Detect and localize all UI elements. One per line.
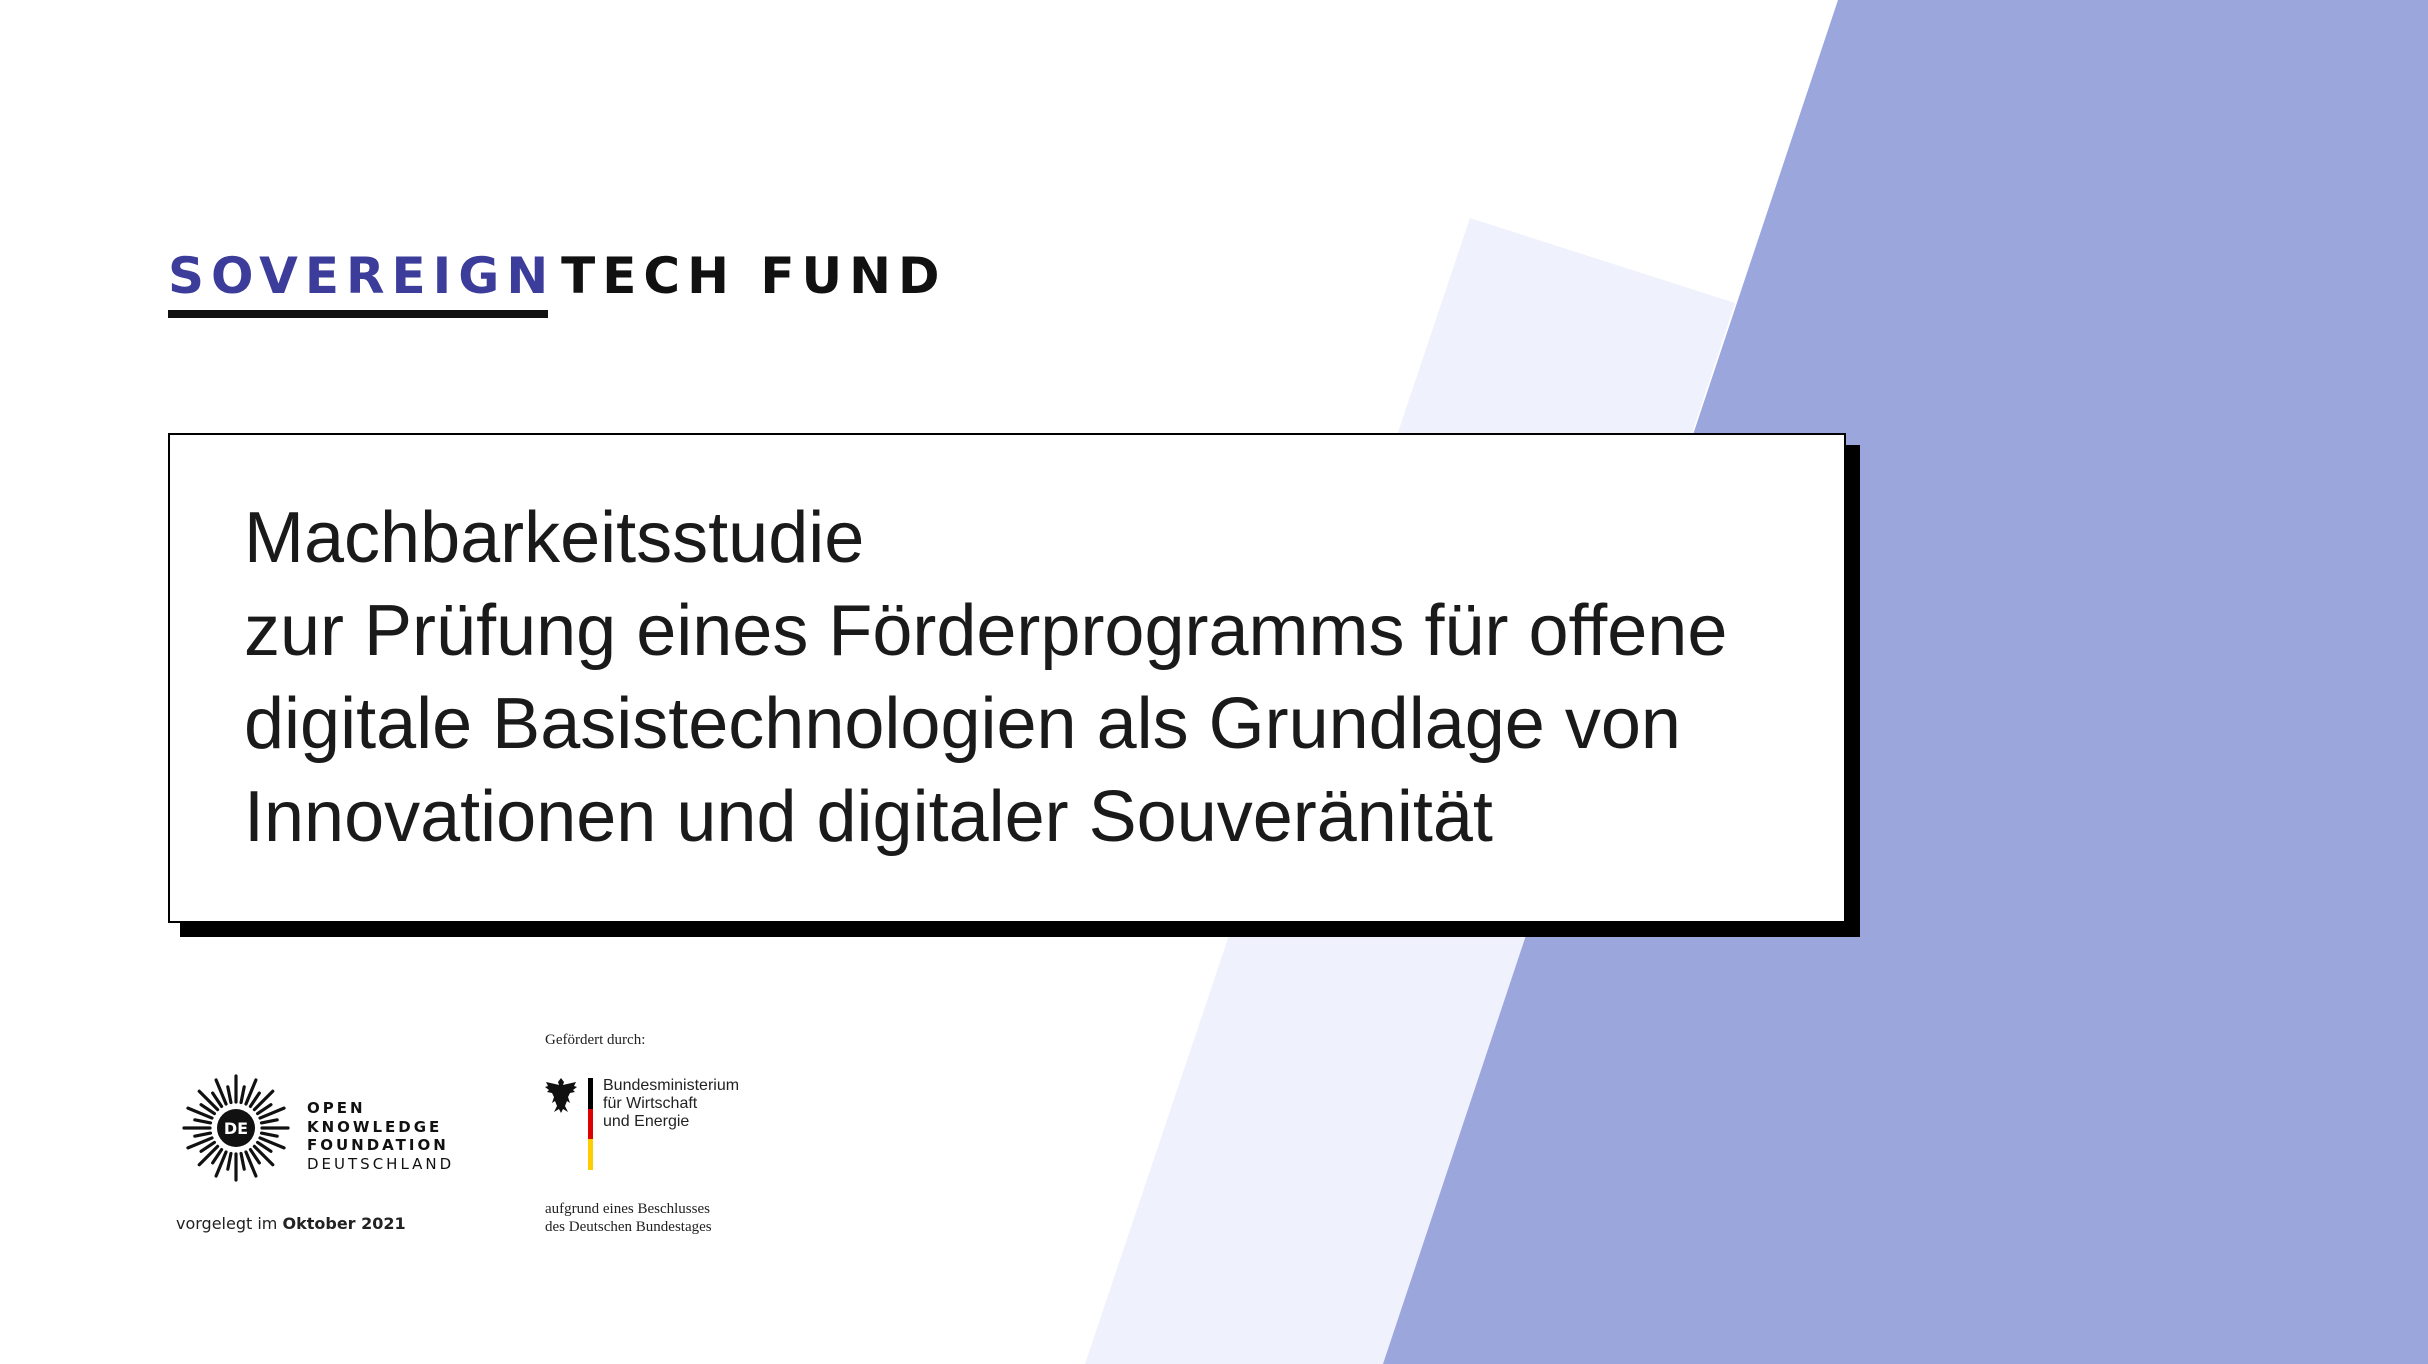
okf-line: FOUNDATION — [307, 1136, 449, 1154]
okf-line: OPEN — [307, 1099, 366, 1117]
okf-ray — [259, 1118, 279, 1125]
title-line: zur Prüfung eines Förderprogramms für of… — [244, 591, 1728, 671]
title-line: Innovationen und digitaler Souveränität — [244, 777, 1493, 857]
okf-line: DEUTSCHLAND — [307, 1154, 455, 1173]
ministry-line: für Wirtschaft — [603, 1095, 698, 1112]
german-flag-bar — [588, 1078, 593, 1170]
okf-ray — [226, 1151, 233, 1171]
okf-ray — [193, 1131, 213, 1138]
submitted-prefix: vorgelegt im — [176, 1214, 278, 1233]
funded-by-label: Gefördert durch: — [545, 1032, 646, 1048]
okf-ray — [193, 1118, 213, 1125]
brand-sovereign: SOVEREIGN — [168, 247, 556, 318]
okf-ray — [239, 1085, 246, 1105]
title-line: digitale Basistechnologien als Grundlage… — [244, 684, 1681, 764]
resolution-line: des Deutschen Bundestages — [545, 1219, 712, 1235]
document-title: Machbarkeitsstudie zur Prüfung eines För… — [244, 492, 1804, 864]
title-box: Machbarkeitsstudie zur Prüfung eines För… — [168, 433, 1846, 923]
federal-eagle-icon — [545, 1078, 577, 1113]
okf-wordmark: OPEN KNOWLEDGE FOUNDATION DEUTSCHLAND — [307, 1099, 454, 1173]
sovereign-tech-fund-logo: SOVEREIGN TECH FUND — [168, 246, 947, 318]
bundestag-resolution-note: aufgrund eines Beschlusses des Deutschen… — [545, 1200, 712, 1236]
okf-ray — [226, 1085, 233, 1105]
okf-line: KNOWLEDGE — [307, 1117, 443, 1136]
okf-ray — [259, 1131, 279, 1138]
resolution-line: aufgrund eines Beschlusses — [545, 1201, 710, 1217]
ministry-name: Bundesministerium für Wirtschaft und Ene… — [603, 1077, 739, 1131]
ministry-line: Bundesministerium — [603, 1077, 740, 1094]
okf-sunburst-logo: DE — [182, 1074, 290, 1182]
submitted-date: Oktober 2021 — [282, 1214, 406, 1233]
okf-badge: DE — [224, 1119, 248, 1138]
brand-tech-fund: TECH FUND — [561, 247, 947, 305]
title-line: Machbarkeitsstudie — [244, 498, 865, 578]
okf-ray — [239, 1151, 246, 1171]
ministry-line: und Energie — [603, 1113, 690, 1130]
submission-note: vorgelegt im Oktober 2021 — [176, 1214, 406, 1233]
